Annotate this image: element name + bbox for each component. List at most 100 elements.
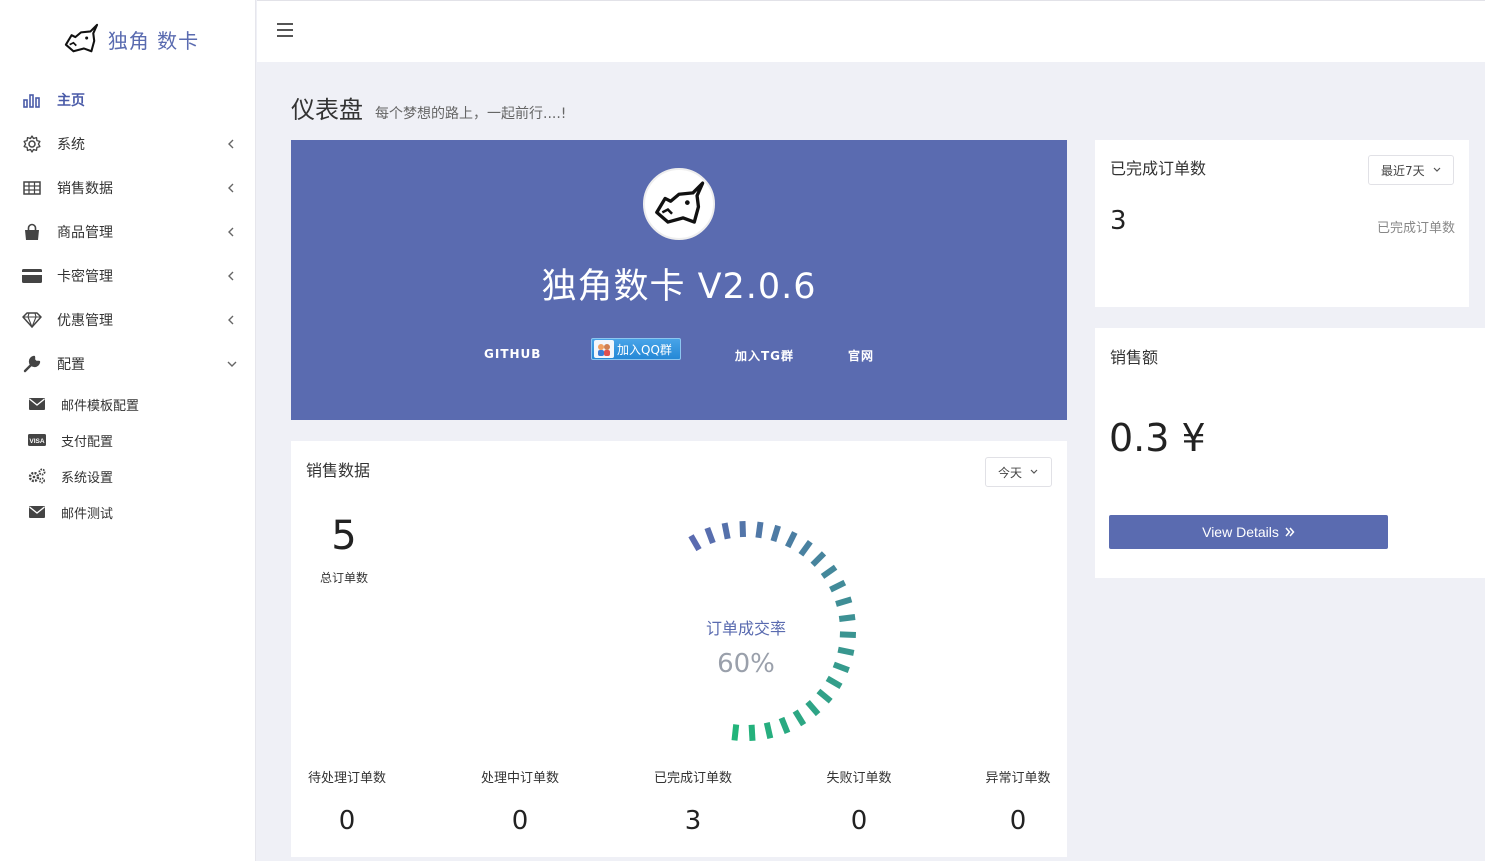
gauge-label: 订单成交率 <box>705 619 786 638</box>
join-qq-label: 加入QQ群 <box>617 342 672 357</box>
completed-orders-label: 已完成订单数 <box>1376 221 1455 236</box>
menu-toggle-icon[interactable] <box>277 23 293 37</box>
chevron-down-icon <box>1433 166 1441 174</box>
credit-card-icon <box>22 266 42 286</box>
sidebar-item-cards[interactable]: 卡密管理 <box>0 254 255 298</box>
official-site-link[interactable]: 官网 <box>848 347 874 364</box>
chevron-left-icon <box>227 183 237 193</box>
config-submenu: 邮件模板配置 VISA 支付配置 系统设置 邮件测试 <box>0 386 255 530</box>
sales-data-card: 销售数据 今天 5 总订单数 订单成交率 60% 待处理订单数 0 处理中订单数… <box>291 441 1067 857</box>
completed-card-title: 已完成订单数 <box>1110 159 1207 178</box>
chevron-down-icon <box>1030 468 1038 476</box>
stat-value: 0 <box>850 806 868 836</box>
sidebar-item-label: 优惠管理 <box>57 313 113 329</box>
gauge-segment <box>810 551 827 567</box>
join-qq-group-button[interactable]: 加入QQ群 <box>591 338 681 360</box>
gauge-segment <box>763 722 774 739</box>
gauge-segment <box>820 564 838 579</box>
gauge-segment <box>739 521 746 538</box>
chevron-left-icon <box>227 227 237 237</box>
svg-text:VISA: VISA <box>29 438 44 445</box>
sidebar-item-sales-data[interactable]: 销售数据 <box>0 166 255 210</box>
gauge-segment <box>704 526 716 545</box>
total-orders-value: 5 <box>331 513 357 559</box>
brand-name: 独角 数卡 <box>107 28 200 53</box>
gauge-segment <box>832 661 850 674</box>
stat-label: 异常订单数 <box>985 771 1051 786</box>
sidebar-subitem-mail-template[interactable]: 邮件模板配置 <box>0 386 255 422</box>
sidebar-item-home[interactable]: 主页 <box>0 78 255 122</box>
stat-processing: 处理中订单数 0 <box>460 767 580 836</box>
revenue-card-title: 销售额 <box>1110 348 1159 367</box>
stat-completed: 已完成订单数 3 <box>633 767 753 836</box>
stat-label: 待处理订单数 <box>307 771 386 786</box>
stat-abnormal: 异常订单数 0 <box>958 767 1078 836</box>
sidebar-item-label: 主页 <box>57 93 85 109</box>
sidebar-subitem-label: 系统设置 <box>61 470 114 486</box>
gauge-segment <box>731 724 740 741</box>
sidebar-item-label: 销售数据 <box>57 181 113 197</box>
gauge-segment <box>805 700 821 717</box>
completed-period-value: 最近7天 <box>1381 163 1425 178</box>
stat-value: 3 <box>684 806 702 836</box>
sidebar-subitem-mail-test[interactable]: 邮件测试 <box>0 494 255 530</box>
gauge-segment <box>839 631 857 638</box>
sidebar-item-label: 卡密管理 <box>57 269 113 285</box>
stat-pending: 待处理订单数 0 <box>287 767 407 836</box>
gauge-segment <box>770 524 781 542</box>
wrench-icon <box>22 354 42 374</box>
sidebar-subitem-label: 邮件模板配置 <box>61 398 140 414</box>
completed-period-select[interactable]: 最近7天 <box>1368 155 1454 185</box>
brand[interactable]: 独角 数卡 <box>0 0 255 78</box>
unicorn-logo-icon <box>64 23 98 53</box>
gauge-segment <box>755 521 764 539</box>
join-tg-link[interactable]: 加入TG群 <box>735 347 794 364</box>
revenue-card: 销售额 0.3 ¥ View Details <box>1095 328 1485 578</box>
stat-label: 失败订单数 <box>826 771 892 786</box>
gauge-segment <box>835 596 853 607</box>
gauge-segment <box>748 724 756 741</box>
gauge-segment <box>825 675 843 689</box>
total-orders-label: 总订单数 <box>319 571 368 585</box>
completed-orders-card: 已完成订单数 最近7天 3 已完成订单数 <box>1095 140 1469 307</box>
gauge-segment <box>829 579 847 593</box>
sidebar-item-label: 配置 <box>57 357 85 373</box>
stat-value: 0 <box>338 806 356 836</box>
sidebar-subitem-label: 支付配置 <box>61 434 114 450</box>
page-subtitle: 每个梦想的路上，一起前行....! <box>375 106 567 122</box>
completed-orders-value: 3 <box>1110 206 1127 236</box>
visa-icon: VISA <box>28 432 46 448</box>
gauge-segment <box>688 534 702 552</box>
stat-failed: 失败订单数 0 <box>799 767 919 836</box>
envelope-icon <box>28 396 46 412</box>
gauge-segment <box>785 531 798 549</box>
double-chevron-right-icon <box>1285 524 1295 540</box>
view-details-label: View Details <box>1202 524 1279 540</box>
stat-label: 已完成订单数 <box>653 771 732 786</box>
diamond-icon <box>22 310 42 330</box>
hero-card: 独角数卡 V2.0.6 GITHUB 加入QQ群 加入TG群 官网 <box>291 140 1067 420</box>
sidebar-item-config[interactable]: 配置 <box>0 342 255 386</box>
gauge-segment <box>816 688 833 704</box>
sidebar-item-coupons[interactable]: 优惠管理 <box>0 298 255 342</box>
stat-label: 处理中订单数 <box>480 771 559 786</box>
sidebar-item-label: 商品管理 <box>57 225 113 241</box>
sidebar: 独角 数卡 主页 系统 销售数据 商品管理 卡密管理 优惠管理 配置 邮件模板配… <box>0 0 256 861</box>
view-details-button[interactable]: View Details <box>1109 515 1388 549</box>
sidebar-item-products[interactable]: 商品管理 <box>0 210 255 254</box>
sidebar-subitem-payment[interactable]: VISA 支付配置 <box>0 422 255 458</box>
sales-period-value: 今天 <box>998 465 1023 480</box>
table-icon <box>22 178 42 198</box>
sales-period-select[interactable]: 今天 <box>985 457 1052 487</box>
sales-card-title: 销售数据 <box>306 461 371 480</box>
github-link[interactable]: GITHUB <box>484 347 541 361</box>
gauge-segment <box>798 539 813 557</box>
qq-people-icon <box>594 340 614 358</box>
chevron-left-icon <box>227 315 237 325</box>
chevron-left-icon <box>227 139 237 149</box>
chevron-down-icon <box>227 359 237 369</box>
page-title: 仪表盘 <box>291 96 363 124</box>
sidebar-subitem-system-settings[interactable]: 系统设置 <box>0 458 255 494</box>
sidebar-item-label: 系统 <box>57 137 85 153</box>
sidebar-item-system[interactable]: 系统 <box>0 122 255 166</box>
